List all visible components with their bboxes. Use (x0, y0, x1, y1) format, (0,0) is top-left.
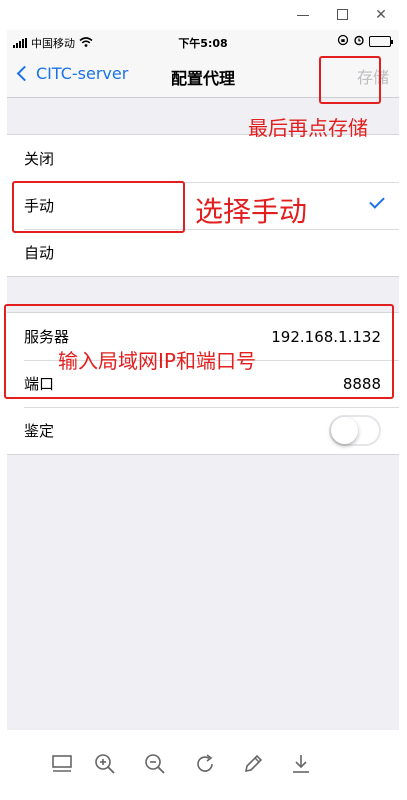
auth-toggle[interactable] (329, 415, 381, 446)
save-annotation: 最后再点存储 (248, 116, 368, 140)
proxy-mode-off[interactable]: 关闭 (7, 135, 399, 182)
ip-port-annotation: 输入局域网IP和端口号 (58, 349, 256, 373)
close-icon[interactable]: ✕ (372, 6, 390, 24)
maximize-icon[interactable] (333, 6, 351, 24)
proxy-mode-label: 关闭 (24, 150, 55, 168)
proxy-mode-auto[interactable]: 自动 (7, 229, 399, 276)
minimize-icon[interactable] (294, 6, 312, 24)
checkmark-icon (369, 193, 385, 209)
edit-icon[interactable] (241, 752, 265, 776)
window-titlebar: ✕ (0, 0, 407, 30)
save-highlight-box (319, 56, 381, 104)
rotation-lock-icon (337, 34, 349, 49)
alarm-icon (353, 34, 365, 49)
manual-annotation: 选择手动 (195, 195, 308, 228)
viewer-toolbar (0, 730, 407, 800)
fit-screen-icon[interactable] (50, 752, 74, 776)
toggle-knob (331, 417, 358, 444)
auth-row: 鉴定 (7, 407, 399, 454)
rotate-icon[interactable] (193, 752, 217, 776)
status-bar: 中国移动 下午5:08 (7, 30, 399, 54)
proxy-mode-label: 自动 (24, 244, 55, 262)
battery-icon (369, 36, 393, 47)
zoom-in-icon[interactable] (93, 752, 117, 776)
auth-label: 鉴定 (24, 422, 55, 440)
zoom-out-icon[interactable] (143, 752, 167, 776)
download-icon[interactable] (289, 752, 313, 776)
manual-highlight-box (12, 181, 185, 233)
